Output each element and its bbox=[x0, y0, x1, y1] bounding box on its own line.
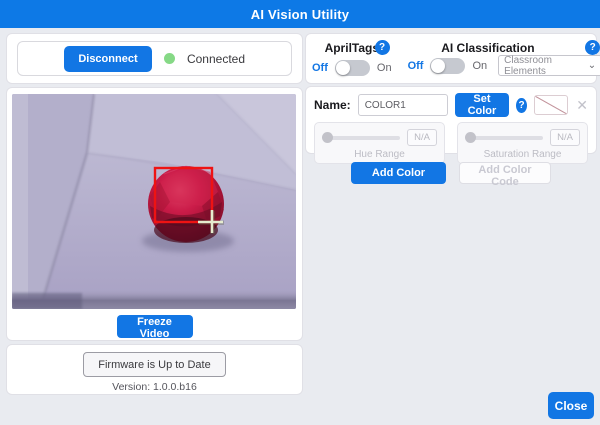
ai-classification-controls: Off On Classroom Elements ⌄ bbox=[404, 55, 600, 76]
ai-vision-utility-window: AI Vision Utility Disconnect Connected bbox=[0, 0, 600, 425]
hue-slider-handle bbox=[322, 132, 333, 143]
video-panel: Freeze Video bbox=[6, 87, 303, 341]
add-buttons-row: Add Color Add Color Code bbox=[305, 162, 597, 184]
hue-range-label: Hue Range bbox=[322, 149, 437, 160]
connection-panel: Disconnect Connected bbox=[6, 33, 303, 84]
color-swatch-empty bbox=[534, 95, 568, 115]
saturation-slider: N/A bbox=[465, 129, 580, 146]
color-name-row: Name: Set Color ? ✕ bbox=[314, 93, 588, 117]
add-color-code-button: Add Color Code bbox=[459, 162, 551, 184]
connection-status-box: Disconnect Connected bbox=[17, 41, 292, 76]
set-color-button[interactable]: Set Color bbox=[455, 93, 510, 117]
set-color-help-icon[interactable]: ? bbox=[516, 98, 527, 113]
ai-classification-help-icon[interactable]: ? bbox=[585, 40, 600, 55]
hue-range-control: N/A Hue Range bbox=[314, 122, 445, 164]
firmware-status-button[interactable]: Firmware is Up to Date bbox=[83, 352, 225, 377]
saturation-slider-handle bbox=[465, 132, 476, 143]
ai-classification-off-label: Off bbox=[408, 60, 424, 72]
apriltags-help-icon[interactable]: ? bbox=[375, 40, 390, 55]
connected-status-dot bbox=[164, 53, 175, 64]
titlebar: AI Vision Utility bbox=[0, 0, 600, 28]
hue-slider-track bbox=[329, 136, 400, 140]
apriltags-title: AprilTags bbox=[325, 41, 379, 55]
apriltags-on-label: On bbox=[377, 62, 392, 74]
toggle-knob bbox=[431, 59, 445, 73]
hue-range-value: N/A bbox=[407, 129, 437, 146]
saturation-slider-track bbox=[472, 136, 543, 140]
saturation-range-value: N/A bbox=[550, 129, 580, 146]
firmware-version-label: Version: 1.0.0.b16 bbox=[7, 381, 302, 393]
window-title: AI Vision Utility bbox=[251, 7, 350, 22]
classification-dataset-value: Classroom Elements bbox=[504, 55, 588, 77]
connection-status-label: Connected bbox=[187, 52, 245, 66]
ai-classification-header: AI Classification ? bbox=[404, 40, 600, 55]
apriltags-toggle[interactable] bbox=[335, 60, 370, 76]
saturation-range-label: Saturation Range bbox=[465, 149, 580, 160]
ai-classification-on-label: On bbox=[472, 60, 487, 72]
firmware-panel: Firmware is Up to Date Version: 1.0.0.b1… bbox=[6, 344, 303, 395]
apriltags-off-label: Off bbox=[312, 62, 328, 74]
remove-color-icon[interactable]: ✕ bbox=[576, 97, 588, 114]
ai-classification-section: AI Classification ? Off On Classroom Ele… bbox=[398, 34, 600, 83]
freeze-video-button[interactable]: Freeze Video bbox=[117, 315, 193, 338]
camera-feed[interactable] bbox=[12, 94, 296, 309]
chevron-down-icon: ⌄ bbox=[588, 63, 596, 69]
camera-feed-image bbox=[12, 94, 296, 309]
apriltags-controls: Off On bbox=[312, 60, 392, 76]
ai-classification-title: AI Classification bbox=[441, 41, 534, 55]
name-label: Name: bbox=[314, 98, 351, 112]
apriltags-header: AprilTags ? bbox=[312, 40, 392, 55]
hue-slider: N/A bbox=[322, 129, 437, 146]
detection-modes-panel: AprilTags ? Off On AI Classification ? O… bbox=[305, 33, 597, 84]
add-color-button[interactable]: Add Color bbox=[351, 162, 446, 184]
classification-dataset-select[interactable]: Classroom Elements ⌄ bbox=[498, 55, 600, 76]
color-signature-panel: Name: Set Color ? ✕ N/A Hue Range N/A bbox=[305, 86, 597, 154]
saturation-range-control: N/A Saturation Range bbox=[457, 122, 588, 164]
toggle-knob bbox=[336, 61, 350, 75]
disconnect-button[interactable]: Disconnect bbox=[64, 46, 152, 72]
close-button[interactable]: Close bbox=[548, 392, 594, 419]
ai-classification-toggle[interactable] bbox=[430, 58, 465, 74]
apriltags-section: AprilTags ? Off On bbox=[306, 34, 398, 83]
color-name-input[interactable] bbox=[358, 94, 448, 116]
range-sliders-row: N/A Hue Range N/A Saturation Range bbox=[314, 122, 588, 164]
